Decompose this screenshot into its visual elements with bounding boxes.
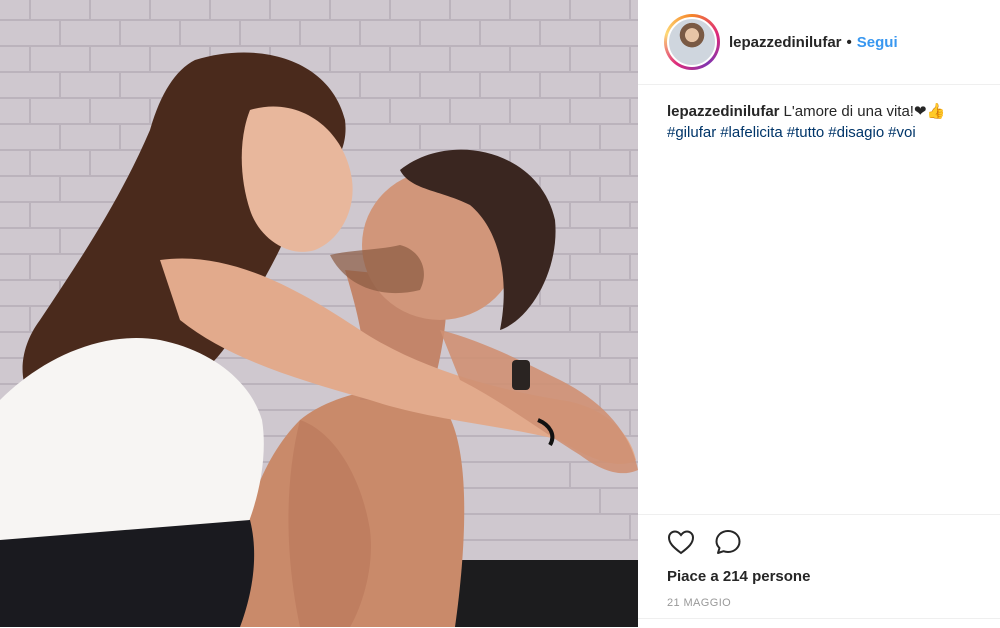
avatar[interactable] — [667, 17, 717, 67]
hashtag-link[interactable]: #voi — [888, 124, 916, 141]
header-user-info: lepazzedinilufar • Segui — [729, 34, 898, 51]
header-separator: • — [846, 33, 852, 51]
heart-icon[interactable] — [666, 527, 696, 557]
divider — [638, 618, 1000, 619]
post-side-panel: lepazzedinilufar • Segui lepazzedinilufa… — [638, 0, 1000, 627]
hashtag-list: #gilufar #lafelicita #tutto #disagio #voi — [667, 124, 920, 141]
couple-photo-illustration — [0, 0, 638, 627]
post-caption: lepazzedinilufar L'amore di una vita!❤👍 #… — [667, 101, 987, 143]
post-header: lepazzedinilufar • Segui — [638, 0, 1000, 85]
hashtag-link[interactable]: #gilufar — [667, 124, 716, 141]
comment-bubble-icon[interactable] — [713, 527, 743, 557]
caption-username[interactable]: lepazzedinilufar — [667, 103, 780, 120]
post-photo[interactable] — [0, 0, 638, 627]
hashtag-link[interactable]: #tutto — [787, 124, 825, 141]
action-icons — [666, 527, 743, 557]
hashtag-link[interactable]: #lafelicita — [720, 124, 783, 141]
likes-count[interactable]: Piace a 214 persone — [667, 568, 810, 585]
header-username[interactable]: lepazzedinilufar — [729, 34, 842, 51]
follow-button[interactable]: Segui — [857, 34, 898, 51]
post-date[interactable]: 21 MAGGIO — [667, 597, 731, 609]
hashtag-link[interactable]: #disagio — [828, 124, 884, 141]
caption-text: L'amore di una vita!❤👍 — [783, 103, 946, 120]
post-actions-section: Piace a 214 persone 21 MAGGIO — [638, 514, 1000, 628]
avatar-story-ring[interactable] — [664, 14, 720, 70]
